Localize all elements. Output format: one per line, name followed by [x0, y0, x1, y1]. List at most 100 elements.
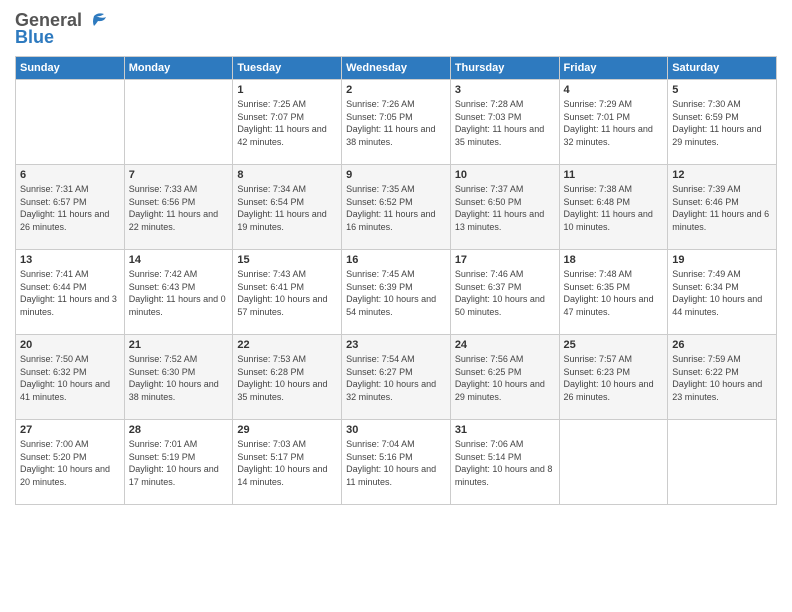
calendar-cell [124, 80, 233, 165]
day-info: Sunrise: 7:25 AM Sunset: 7:07 PM Dayligh… [237, 98, 337, 148]
day-info: Sunrise: 7:29 AM Sunset: 7:01 PM Dayligh… [564, 98, 664, 148]
day-info: Sunrise: 7:00 AM Sunset: 5:20 PM Dayligh… [20, 438, 120, 488]
calendar-cell: 1 Sunrise: 7:25 AM Sunset: 7:07 PM Daylig… [233, 80, 342, 165]
day-info: Sunrise: 7:28 AM Sunset: 7:03 PM Dayligh… [455, 98, 555, 148]
calendar-cell: 31 Sunrise: 7:06 AM Sunset: 5:14 PM Dayli… [450, 420, 559, 505]
day-number: 9 [346, 169, 446, 181]
page-header: General Blue [15, 10, 777, 48]
calendar-cell: 29 Sunrise: 7:03 AM Sunset: 5:17 PM Dayli… [233, 420, 342, 505]
day-number: 13 [20, 254, 120, 266]
weekday-header-sunday: Sunday [16, 57, 125, 80]
calendar-cell: 25Sunrise: 7:57 AM Sunset: 6:23 PM Dayli… [559, 335, 668, 420]
calendar-week-3: 13 Sunrise: 7:41 AM Sunset: 6:44 PM Dayli… [16, 250, 777, 335]
weekday-header-wednesday: Wednesday [342, 57, 451, 80]
calendar-cell: 20 Sunrise: 7:50 AM Sunset: 6:32 PM Dayli… [16, 335, 125, 420]
logo-bird-icon [86, 12, 108, 30]
weekday-header-thursday: Thursday [450, 57, 559, 80]
calendar-cell: 18 Sunrise: 7:48 AM Sunset: 6:35 PM Dayli… [559, 250, 668, 335]
day-info: Sunrise: 7:30 AM Sunset: 6:59 PM Dayligh… [672, 98, 772, 148]
day-info: Sunrise: 7:52 AM Sunset: 6:30 PM Dayligh… [129, 353, 229, 403]
day-number: 7 [129, 169, 229, 181]
day-number: 22 [237, 339, 337, 351]
day-info: Sunrise: 7:03 AM Sunset: 5:17 PM Dayligh… [237, 438, 337, 488]
calendar-cell: 21 Sunrise: 7:52 AM Sunset: 6:30 PM Dayli… [124, 335, 233, 420]
day-info: Sunrise: 7:59 AM Sunset: 6:22 PM Dayligh… [672, 353, 772, 403]
weekday-header-friday: Friday [559, 57, 668, 80]
calendar-cell: 23Sunrise: 7:54 AM Sunset: 6:27 PM Dayli… [342, 335, 451, 420]
logo: General Blue [15, 10, 108, 48]
day-number: 19 [672, 254, 772, 266]
day-info: Sunrise: 7:37 AM Sunset: 6:50 PM Dayligh… [455, 183, 555, 233]
day-number: 8 [237, 169, 337, 181]
day-info: Sunrise: 7:35 AM Sunset: 6:52 PM Dayligh… [346, 183, 446, 233]
day-info: Sunrise: 7:41 AM Sunset: 6:44 PM Dayligh… [20, 268, 120, 318]
calendar-week-1: 1 Sunrise: 7:25 AM Sunset: 7:07 PM Daylig… [16, 80, 777, 165]
logo-blue-text: Blue [15, 27, 54, 48]
day-info: Sunrise: 7:04 AM Sunset: 5:16 PM Dayligh… [346, 438, 446, 488]
calendar-cell: 14Sunrise: 7:42 AM Sunset: 6:43 PM Dayli… [124, 250, 233, 335]
day-info: Sunrise: 7:48 AM Sunset: 6:35 PM Dayligh… [564, 268, 664, 318]
day-number: 4 [564, 84, 664, 96]
day-info: Sunrise: 7:56 AM Sunset: 6:25 PM Dayligh… [455, 353, 555, 403]
calendar-cell: 13 Sunrise: 7:41 AM Sunset: 6:44 PM Dayli… [16, 250, 125, 335]
day-number: 17 [455, 254, 555, 266]
day-info: Sunrise: 7:38 AM Sunset: 6:48 PM Dayligh… [564, 183, 664, 233]
day-info: Sunrise: 7:26 AM Sunset: 7:05 PM Dayligh… [346, 98, 446, 148]
calendar-cell [16, 80, 125, 165]
calendar-cell [668, 420, 777, 505]
weekday-header-tuesday: Tuesday [233, 57, 342, 80]
calendar-cell: 24 Sunrise: 7:56 AM Sunset: 6:25 PM Dayli… [450, 335, 559, 420]
calendar-cell: 9 Sunrise: 7:35 AM Sunset: 6:52 PM Daylig… [342, 165, 451, 250]
calendar-week-5: 27 Sunrise: 7:00 AM Sunset: 5:20 PM Dayli… [16, 420, 777, 505]
calendar-table: SundayMondayTuesdayWednesdayThursdayFrid… [15, 56, 777, 505]
day-number: 12 [672, 169, 772, 181]
day-info: Sunrise: 7:49 AM Sunset: 6:34 PM Dayligh… [672, 268, 772, 318]
calendar-cell: 4 Sunrise: 7:29 AM Sunset: 7:01 PM Daylig… [559, 80, 668, 165]
calendar-cell: 5 Sunrise: 7:30 AM Sunset: 6:59 PM Daylig… [668, 80, 777, 165]
calendar-cell: 27 Sunrise: 7:00 AM Sunset: 5:20 PM Dayli… [16, 420, 125, 505]
day-number: 21 [129, 339, 229, 351]
calendar-week-4: 20 Sunrise: 7:50 AM Sunset: 6:32 PM Dayli… [16, 335, 777, 420]
day-info: Sunrise: 7:06 AM Sunset: 5:14 PM Dayligh… [455, 438, 555, 488]
day-info: Sunrise: 7:31 AM Sunset: 6:57 PM Dayligh… [20, 183, 120, 233]
calendar-cell: 19 Sunrise: 7:49 AM Sunset: 6:34 PM Dayli… [668, 250, 777, 335]
day-number: 25 [564, 339, 664, 351]
calendar-cell: 26 Sunrise: 7:59 AM Sunset: 6:22 PM Dayli… [668, 335, 777, 420]
day-info: Sunrise: 7:39 AM Sunset: 6:46 PM Dayligh… [672, 183, 772, 233]
day-info: Sunrise: 7:01 AM Sunset: 5:19 PM Dayligh… [129, 438, 229, 488]
day-number: 5 [672, 84, 772, 96]
day-info: Sunrise: 7:34 AM Sunset: 6:54 PM Dayligh… [237, 183, 337, 233]
day-number: 16 [346, 254, 446, 266]
calendar-cell: 16 Sunrise: 7:45 AM Sunset: 6:39 PM Dayli… [342, 250, 451, 335]
calendar-cell: 28Sunrise: 7:01 AM Sunset: 5:19 PM Dayli… [124, 420, 233, 505]
day-info: Sunrise: 7:43 AM Sunset: 6:41 PM Dayligh… [237, 268, 337, 318]
day-number: 18 [564, 254, 664, 266]
day-number: 11 [564, 169, 664, 181]
day-info: Sunrise: 7:53 AM Sunset: 6:28 PM Dayligh… [237, 353, 337, 403]
day-info: Sunrise: 7:33 AM Sunset: 6:56 PM Dayligh… [129, 183, 229, 233]
calendar-cell: 10 Sunrise: 7:37 AM Sunset: 6:50 PM Dayli… [450, 165, 559, 250]
day-number: 27 [20, 424, 120, 436]
day-number: 10 [455, 169, 555, 181]
calendar-cell: 8 Sunrise: 7:34 AM Sunset: 6:54 PM Daylig… [233, 165, 342, 250]
day-number: 31 [455, 424, 555, 436]
calendar-cell: 15 Sunrise: 7:43 AM Sunset: 6:41 PM Dayli… [233, 250, 342, 335]
day-number: 24 [455, 339, 555, 351]
calendar-cell [559, 420, 668, 505]
day-info: Sunrise: 7:45 AM Sunset: 6:39 PM Dayligh… [346, 268, 446, 318]
day-number: 29 [237, 424, 337, 436]
calendar-cell: 2 Sunrise: 7:26 AM Sunset: 7:05 PM Daylig… [342, 80, 451, 165]
day-number: 1 [237, 84, 337, 96]
weekday-header-saturday: Saturday [668, 57, 777, 80]
day-info: Sunrise: 7:50 AM Sunset: 6:32 PM Dayligh… [20, 353, 120, 403]
weekday-header-row: SundayMondayTuesdayWednesdayThursdayFrid… [16, 57, 777, 80]
day-number: 15 [237, 254, 337, 266]
day-number: 20 [20, 339, 120, 351]
calendar-cell: 12 Sunrise: 7:39 AM Sunset: 6:46 PM Dayli… [668, 165, 777, 250]
day-number: 23 [346, 339, 446, 351]
calendar-cell: 30Sunrise: 7:04 AM Sunset: 5:16 PM Dayli… [342, 420, 451, 505]
calendar-cell: 22 Sunrise: 7:53 AM Sunset: 6:28 PM Dayli… [233, 335, 342, 420]
day-number: 26 [672, 339, 772, 351]
day-number: 2 [346, 84, 446, 96]
calendar-cell: 3Sunrise: 7:28 AM Sunset: 7:03 PM Daylig… [450, 80, 559, 165]
